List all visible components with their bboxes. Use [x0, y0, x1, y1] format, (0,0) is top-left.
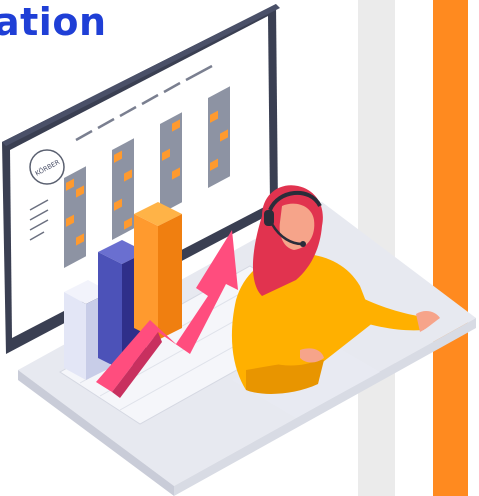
bar-orange: [134, 202, 182, 340]
support-agent-illustration: KÖRBER: [2, 4, 476, 496]
